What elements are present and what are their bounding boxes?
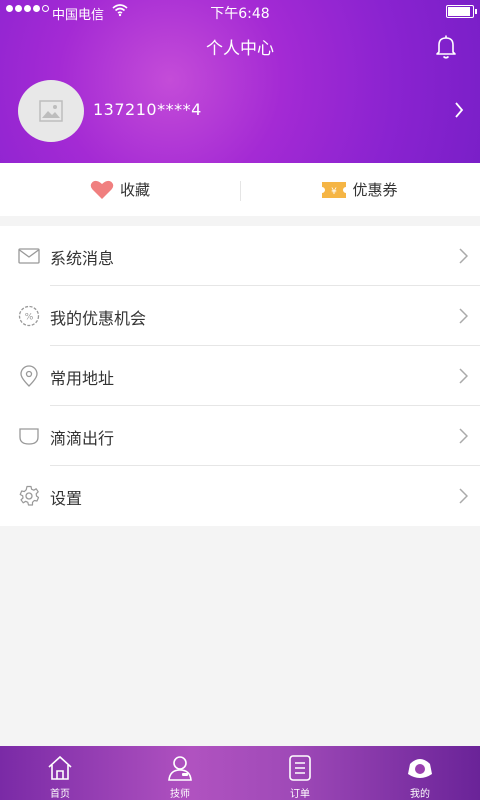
coupons-label: 优惠券 [352,181,398,199]
tab-label: 首页 [50,789,70,800]
cup-icon [19,428,39,445]
menu-item-settings[interactable]: 设置 [0,466,480,526]
quick-actions: 收藏 ¥ 优惠券 [0,163,480,216]
order-icon [289,755,311,781]
tab-mine[interactable]: 我的 [360,746,480,800]
chevron-right-icon [459,428,468,444]
svg-text:¥: ¥ [332,187,338,197]
menu-item-label: 滴滴出行 [50,429,115,448]
menu-item-label: 我的优惠机会 [50,309,147,328]
chevron-right-icon [459,308,468,324]
settings-menu: 系统消息 % 我的优惠机会 常用地址 滴滴出行 设置 [0,226,480,526]
profile-icon [408,759,432,778]
menu-item-didi-travel[interactable]: 滴滴出行 [0,406,480,466]
menu-item-label: 系统消息 [50,249,115,268]
mail-icon [18,248,40,264]
chevron-right-icon [459,488,468,504]
bell-icon[interactable] [434,34,458,60]
gear-icon [19,485,40,506]
technician-icon [168,756,192,781]
menu-item-system-messages[interactable]: 系统消息 [0,226,480,286]
tab-label: 我的 [410,789,430,800]
menu-item-common-address[interactable]: 常用地址 [0,346,480,406]
battery-icon [446,5,477,18]
chevron-right-icon[interactable] [454,102,464,118]
menu-item-label: 常用地址 [50,369,115,388]
profile-header: 中国电信 下午6:48 个人中心 137210****4 [0,0,480,163]
tab-label: 技师 [170,789,190,800]
chevron-right-icon [459,368,468,384]
status-bar: 中国电信 下午6:48 [0,0,480,24]
coupon-icon: ¥ [322,181,347,198]
location-icon [20,365,38,387]
divider [240,181,241,201]
coupons-button[interactable]: ¥ 优惠券 [240,163,480,216]
user-phone[interactable]: 137210****4 [93,100,202,119]
avatar[interactable] [18,80,84,142]
discount-icon: % [18,305,40,327]
heart-icon [90,180,114,199]
favorites-button[interactable]: 收藏 [0,163,240,216]
tab-label: 订单 [290,789,310,800]
favorites-label: 收藏 [119,181,150,199]
menu-item-discount-chances[interactable]: % 我的优惠机会 [0,286,480,346]
tab-technician[interactable]: 技师 [120,746,240,800]
tab-orders[interactable]: 订单 [240,746,360,800]
tab-home[interactable]: 首页 [0,746,120,800]
menu-item-label: 设置 [50,489,83,508]
status-time: 下午6:48 [210,6,270,22]
home-icon [48,755,72,780]
svg-text:%: % [25,313,34,323]
bottom-tab-bar: 首页 技师 订单 我的 [0,746,480,800]
chevron-right-icon [459,248,468,264]
image-placeholder-icon [39,100,63,122]
page-title: 个人中心 [206,39,274,59]
